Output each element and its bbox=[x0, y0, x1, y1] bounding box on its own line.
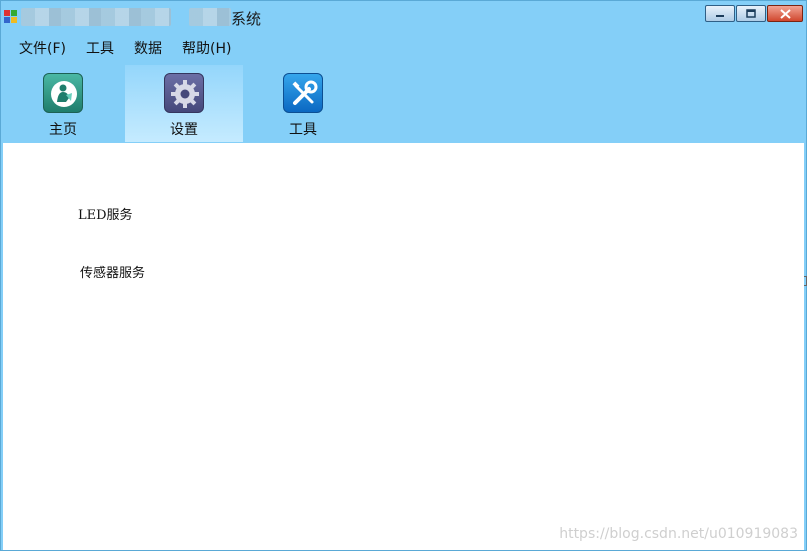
close-button[interactable] bbox=[767, 5, 803, 22]
close-icon bbox=[779, 8, 791, 19]
toolbar-home-button[interactable]: 主页 bbox=[4, 65, 122, 142]
toolbar: 主页 设置 工具 bbox=[1, 65, 806, 142]
app-window: 系统 文件(F) 工具 数据 帮助(H) 主页 设置 工具 LED服务 传感器服… bbox=[0, 0, 807, 551]
blurred-title-segment bbox=[21, 8, 171, 26]
menu-help[interactable]: 帮助(H) bbox=[172, 36, 241, 58]
toolbar-tools-button[interactable]: 工具 bbox=[244, 65, 362, 142]
title-bar[interactable]: 系统 bbox=[1, 1, 806, 33]
maximize-icon bbox=[746, 9, 756, 18]
menu-data[interactable]: 数据 bbox=[124, 36, 172, 58]
menu-bar: 文件(F) 工具 数据 帮助(H) bbox=[1, 36, 241, 58]
window-controls bbox=[705, 5, 803, 22]
toolbar-home-label: 主页 bbox=[49, 122, 77, 138]
menu-tools[interactable]: 工具 bbox=[76, 36, 124, 58]
blurred-title-segment bbox=[189, 8, 231, 26]
wrench-screwdriver-icon bbox=[283, 73, 323, 113]
sensor-service-item[interactable]: 传感器服务 bbox=[80, 262, 145, 281]
toolbar-tools-label: 工具 bbox=[289, 122, 317, 138]
content-panel: LED服务 传感器服务 https://blog.csdn.net/u01091… bbox=[3, 143, 804, 550]
window-title: 系统 bbox=[231, 10, 262, 28]
maximize-button[interactable] bbox=[736, 5, 766, 22]
minimize-button[interactable] bbox=[705, 5, 735, 22]
home-user-icon bbox=[43, 73, 83, 113]
app-logo-icon bbox=[4, 10, 17, 23]
toolbar-settings-button[interactable]: 设置 bbox=[125, 65, 243, 142]
minimize-icon bbox=[716, 14, 724, 17]
watermark-text: https://blog.csdn.net/u010919083 bbox=[559, 526, 798, 542]
led-service-item[interactable]: LED服务 bbox=[78, 204, 133, 223]
gear-icon bbox=[164, 73, 204, 113]
toolbar-settings-label: 设置 bbox=[170, 122, 198, 138]
menu-file[interactable]: 文件(F) bbox=[1, 36, 76, 58]
